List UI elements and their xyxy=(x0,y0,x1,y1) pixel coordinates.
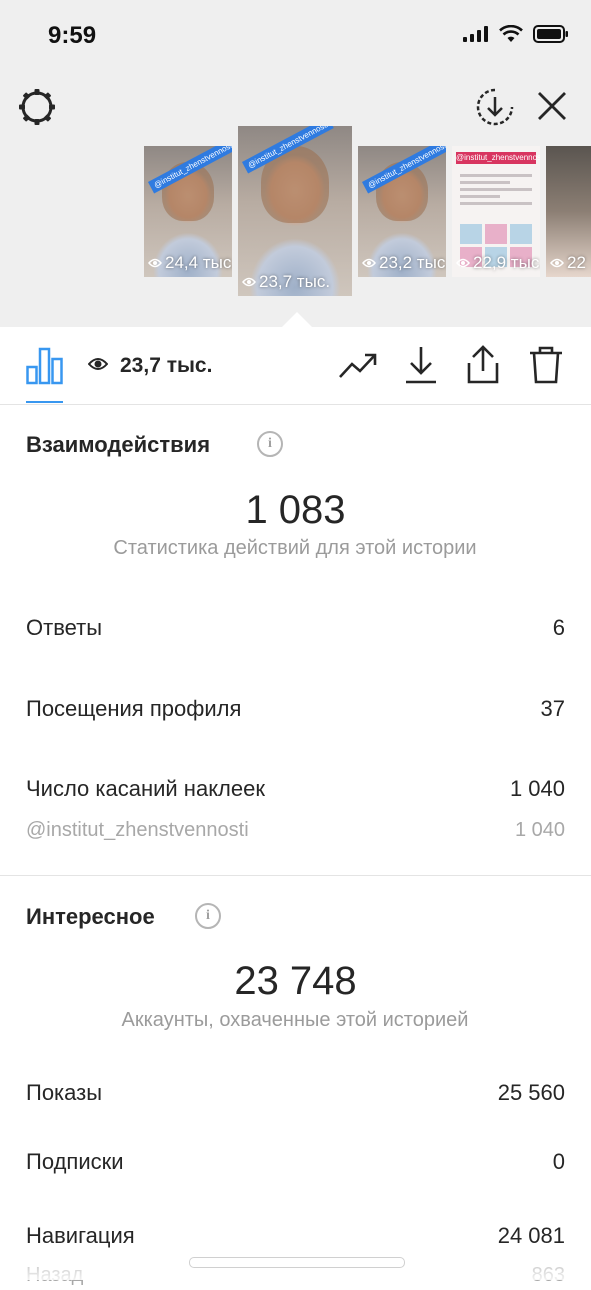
stat-label: Подписки xyxy=(26,1149,124,1174)
discovery-total: 23 748 xyxy=(234,959,357,1003)
eye-icon xyxy=(362,258,376,268)
bar-chart-icon[interactable] xyxy=(26,347,63,385)
stat-label: Ответы xyxy=(26,615,103,640)
download-icon[interactable] xyxy=(404,345,438,385)
stat-label: Навигация xyxy=(26,1223,135,1248)
eye-icon xyxy=(148,258,162,268)
eye-icon xyxy=(88,358,108,370)
section-divider xyxy=(0,875,591,876)
story-preview-area: 9:59 @institut_zhenstvennosti 24,4 тыс. … xyxy=(0,0,591,327)
mention-sticker: @institut_zhenstvennosti xyxy=(456,152,540,164)
share-icon[interactable] xyxy=(465,345,501,385)
stat-row-mention: @institut_zhenstvennosti 1 040 xyxy=(26,815,565,845)
discovery-caption: Аккаунты, охваченные этой историей xyxy=(121,1009,469,1031)
story-views: 23,2 тыс. xyxy=(379,253,446,272)
story-thumbnail[interactable]: @institut_zhenstvennosti 23,2 тыс. xyxy=(358,146,446,277)
stat-value: 6 xyxy=(552,615,565,640)
story-views: 24,4 тыс. xyxy=(165,253,232,272)
cellular-signal-icon xyxy=(463,26,488,42)
home-indicator[interactable] xyxy=(189,1257,405,1268)
stat-row-follows: Подписки 0 xyxy=(26,1147,565,1177)
stat-row-replies: Ответы 6 xyxy=(26,613,565,643)
stat-value: 1 040 xyxy=(509,776,565,801)
trending-icon[interactable] xyxy=(338,351,378,381)
story-thumbnail[interactable]: @institut_zhenstvennosti 22,9 тыс. xyxy=(452,146,540,277)
info-icon[interactable]: i xyxy=(257,431,283,457)
status-icons xyxy=(463,25,569,43)
stat-row-sticker-taps: Число касаний наклеек 1 040 xyxy=(26,774,565,804)
story-views: 23,7 тыс. xyxy=(259,272,331,291)
story-views: 22 xyxy=(567,253,586,272)
interactions-title: Взаимодействия xyxy=(26,432,211,457)
eye-icon xyxy=(456,258,470,268)
reach-count: 23,7 тыс. xyxy=(120,354,213,377)
stat-row-navigation: Навигация 24 081 xyxy=(26,1221,565,1251)
story-thumbnail-selected[interactable]: @institut_zhenstvennosti 23,7 тыс. xyxy=(238,126,352,296)
stat-value: 25 560 xyxy=(497,1080,565,1105)
story-views: 22,9 тыс. xyxy=(473,253,540,272)
stat-row-impressions: Показы 25 560 xyxy=(26,1078,565,1108)
stat-label: Показы xyxy=(26,1080,103,1105)
story-thumbnail[interactable]: 22 xyxy=(546,146,591,277)
battery-icon xyxy=(533,25,568,43)
stat-label: @institut_zhenstvennosti xyxy=(26,818,249,841)
stat-value: 1 040 xyxy=(514,818,565,841)
selection-pointer xyxy=(281,312,313,328)
delete-trash-icon[interactable] xyxy=(528,345,564,385)
stat-value: 24 081 xyxy=(497,1223,565,1248)
stat-label: Посещения профиля xyxy=(26,696,242,721)
stat-value: 0 xyxy=(552,1149,565,1174)
interactions-caption: Статистика действий для этой истории xyxy=(113,537,477,559)
story-thumbnail-strip: @institut_zhenstvennosti 24,4 тыс. @inst… xyxy=(0,120,591,300)
status-time: 9:59 xyxy=(48,22,97,49)
eye-icon xyxy=(550,258,564,268)
wifi-icon xyxy=(499,25,523,42)
info-icon[interactable]: i xyxy=(195,903,221,929)
interactions-total: 1 083 xyxy=(245,488,346,532)
story-thumbnail[interactable]: @institut_zhenstvennosti 24,4 тыс. xyxy=(144,146,232,277)
insights-toolbar: 23,7 тыс. xyxy=(0,327,591,405)
stat-label: Число касаний наклеек xyxy=(26,776,265,801)
discovery-title: Интересное xyxy=(26,904,155,929)
close-icon[interactable] xyxy=(536,90,568,122)
active-tab-indicator xyxy=(26,401,63,403)
stat-row-profile-visits: Посещения профиля 37 xyxy=(26,694,565,724)
eye-icon xyxy=(242,277,256,287)
stat-value: 37 xyxy=(540,696,565,721)
